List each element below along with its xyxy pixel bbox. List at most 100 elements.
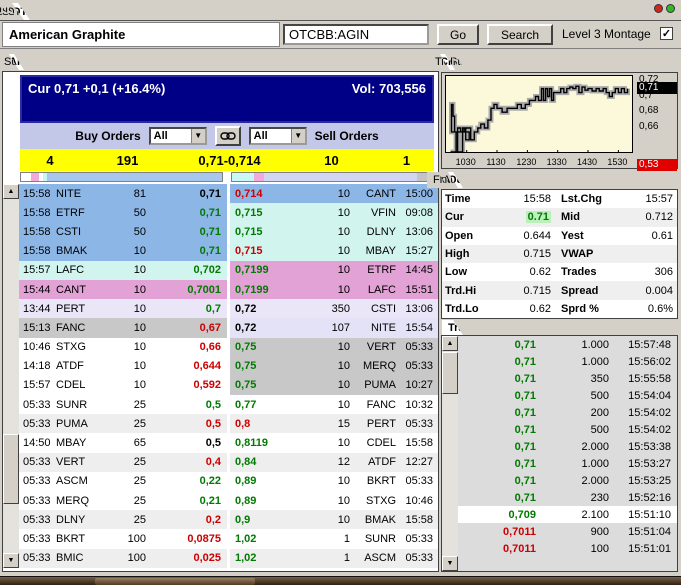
trade-row[interactable]: 0,7123015:52:16 — [458, 489, 677, 506]
quote-label: Low — [442, 266, 489, 278]
bid-row[interactable]: 05:33PUMA250,5 — [19, 414, 227, 433]
bid-row[interactable]: 15:57LAFC100,702 — [19, 261, 227, 280]
trade-row[interactable]: 0,7150015:54:04 — [458, 387, 677, 404]
trade-time: 15:57:48 — [609, 339, 677, 351]
bid-row[interactable]: 14:50MBAY650,5 — [19, 433, 227, 452]
trade-row[interactable]: 0,711.00015:56:02 — [458, 353, 677, 370]
trade-time: 15:54:02 — [609, 424, 677, 436]
ask-row[interactable]: 0,71510MBAY15:27 — [230, 242, 438, 261]
bid-row[interactable]: 15:58BMAK100,71 — [19, 242, 227, 261]
ask-row[interactable]: 0,8910BKRT05:33 — [230, 472, 438, 491]
quote-label: Time — [442, 193, 489, 205]
bid-row[interactable]: 05:33SUNR250,5 — [19, 395, 227, 414]
ask-row[interactable]: 0,71510VFIN09:08 — [230, 203, 438, 222]
trade-row[interactable]: 0,711.00015:57:48 — [458, 336, 677, 353]
trade-time: 15:51:01 — [609, 543, 677, 555]
close-dot-icon[interactable] — [654, 4, 663, 13]
ask-row[interactable]: 0,910BMAK15:58 — [230, 510, 438, 529]
taskbar-button[interactable] — [95, 578, 255, 585]
bid-row[interactable]: 15:13FANC100,67 — [19, 318, 227, 337]
bid-row[interactable]: 15:58CSTI500,71 — [19, 222, 227, 241]
search-button[interactable]: Search — [487, 24, 553, 45]
ask-time: 13:06 — [396, 303, 438, 315]
trade-row[interactable]: 0,701110015:51:01 — [458, 540, 677, 557]
y-axis-label: 0,68 — [637, 105, 677, 117]
ask-price: 0,715 — [230, 245, 288, 257]
trade-row[interactable]: 0,711.00015:53:27 — [458, 455, 677, 472]
scrollbar-thumb[interactable] — [3, 434, 19, 504]
bid-row[interactable]: 05:33MERQ250,21 — [19, 491, 227, 510]
ask-row[interactable]: 0,8910STXG10:46 — [230, 491, 438, 510]
chevron-down-icon[interactable]: ▼ — [191, 129, 205, 143]
ask-row[interactable]: 0,815PERT05:33 — [230, 414, 438, 433]
chevron-down-icon[interactable]: ▼ — [291, 129, 305, 143]
sell-orders-label: Sell Orders — [315, 129, 379, 143]
bid-row[interactable]: 15:57CDEL100,592 — [19, 376, 227, 395]
bid-size: 81 — [102, 188, 146, 200]
bid-row[interactable]: 14:18ATDF100,644 — [19, 357, 227, 376]
ask-row[interactable]: 0,7510PUMA10:27 — [230, 376, 438, 395]
bid-time: 05:33 — [19, 456, 56, 468]
bid-size: 10 — [102, 303, 146, 315]
ask-row[interactable]: 1,021SUNR05:33 — [230, 529, 438, 548]
bid-mm: BKRT — [56, 533, 102, 545]
ask-price: 0,715 — [230, 207, 288, 219]
ask-row[interactable]: 0,719910ETRF14:45 — [230, 261, 438, 280]
trade-size: 200 — [536, 407, 609, 419]
symbol-input[interactable] — [283, 24, 429, 45]
ask-price: 0,75 — [230, 360, 288, 372]
bid-size: 25 — [102, 475, 146, 487]
book-scrollbar[interactable]: ▲ ▼ — [3, 184, 19, 568]
level3-montage-checkbox[interactable]: ✓ — [660, 27, 673, 40]
bid-row[interactable]: 05:33BMIC1000,025 — [19, 549, 227, 568]
trade-row[interactable]: 0,7120015:54:02 — [458, 404, 677, 421]
scroll-up-icon[interactable]: ▲ — [3, 184, 19, 199]
ask-size: 10 — [288, 437, 350, 449]
trade-row[interactable]: 0,701190015:51:04 — [458, 523, 677, 540]
ask-row[interactable]: 0,71410CANT15:00 — [230, 184, 438, 203]
bid-row[interactable]: 05:33BKRT1000,0875 — [19, 529, 227, 548]
trade-price: 0,71 — [458, 458, 536, 470]
scroll-up-icon[interactable]: ▲ — [442, 336, 458, 351]
bid-mm: ATDF — [56, 360, 102, 372]
bid-row[interactable]: 13:44PERT100,7 — [19, 299, 227, 318]
bid-row[interactable]: 15:58ETRF500,71 — [19, 203, 227, 222]
scroll-down-icon[interactable]: ▼ — [442, 556, 458, 571]
ask-mm: DLNY — [350, 226, 396, 238]
scrollbar-thumb[interactable] — [442, 352, 458, 394]
depth-segment — [254, 173, 264, 181]
bid-row[interactable]: 15:58NITE810,71 — [19, 184, 227, 203]
ask-row[interactable]: 1,021ASCM05:33 — [230, 549, 438, 568]
trade-row[interactable]: 0,7135015:55:58 — [458, 370, 677, 387]
trade-row[interactable]: 0,712.00015:53:25 — [458, 472, 677, 489]
bid-row[interactable]: 15:44CANT100,7001 — [19, 280, 227, 299]
quote-label: Trd.Hi — [442, 285, 489, 297]
trade-size: 100 — [536, 543, 609, 555]
go-button[interactable]: Go — [437, 24, 479, 45]
trades-scrollbar[interactable]: ▲ ▼ — [442, 336, 458, 571]
trade-row[interactable]: 0,7150015:54:02 — [458, 421, 677, 438]
ask-row[interactable]: 0,811910CDEL15:58 — [230, 433, 438, 452]
ask-row[interactable]: 0,7710FANC10:32 — [230, 395, 438, 414]
ask-row[interactable]: 0,72107NITE15:54 — [230, 318, 438, 337]
ask-row[interactable]: 0,7510MERQ05:33 — [230, 357, 438, 376]
quote-label: Sprd % — [551, 303, 611, 315]
ask-row[interactable]: 0,8412ATDF12:27 — [230, 453, 438, 472]
bid-price: 0,0875 — [146, 533, 227, 545]
scroll-down-icon[interactable]: ▼ — [3, 553, 19, 568]
ask-row[interactable]: 0,72350CSTI13:06 — [230, 299, 438, 318]
sell-filter-select[interactable]: All ▼ — [249, 127, 307, 145]
bid-row[interactable]: 05:33DLNY250,2 — [19, 510, 227, 529]
bid-row[interactable]: 05:33ASCM250,22 — [19, 472, 227, 491]
ask-row[interactable]: 0,719910LAFC15:51 — [230, 280, 438, 299]
link-filters-button[interactable] — [215, 126, 241, 146]
trade-row[interactable]: 0,712.00015:53:38 — [458, 438, 677, 455]
buy-filter-select[interactable]: All ▼ — [149, 127, 207, 145]
bid-row[interactable]: 10:46STXG100,66 — [19, 338, 227, 357]
ask-row[interactable]: 0,71510DLNY13:06 — [230, 222, 438, 241]
ask-row[interactable]: 0,7510VERT05:33 — [230, 338, 438, 357]
trade-price: 0,71 — [458, 424, 536, 436]
bid-row[interactable]: 05:33VERT250,4 — [19, 453, 227, 472]
os-taskbar[interactable] — [0, 576, 681, 585]
trade-row[interactable]: 0,7092.10015:51:10 — [458, 506, 677, 523]
